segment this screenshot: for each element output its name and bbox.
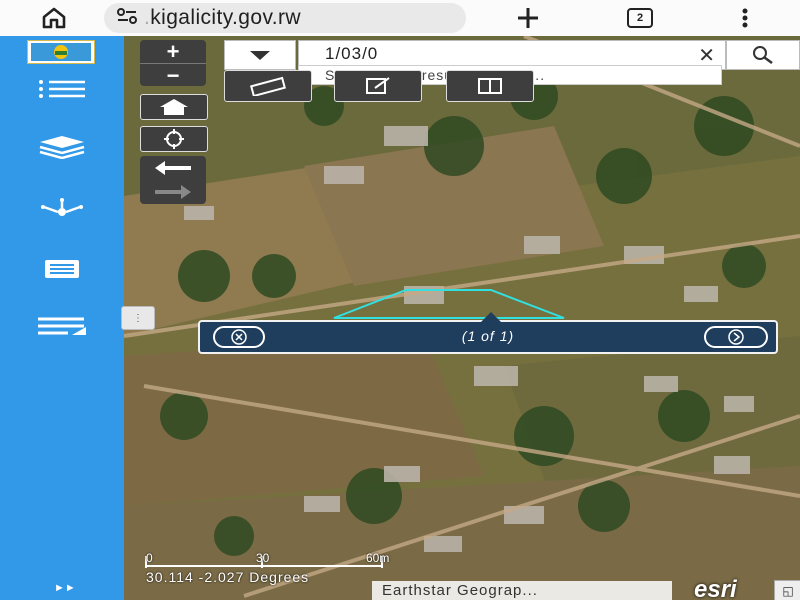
search-icon — [753, 46, 773, 65]
home-extent-button[interactable] — [140, 94, 208, 120]
layers-icon[interactable] — [36, 132, 88, 162]
previous-extent-icon[interactable] — [140, 156, 206, 180]
url-text: .kigalicity.gov.rw — [144, 6, 301, 29]
ruler-icon — [250, 76, 286, 96]
satellite-imagery — [124, 36, 800, 600]
sidebar: ►► — [0, 36, 124, 600]
new-tab-icon[interactable] — [508, 3, 548, 33]
tabs-icon[interactable]: 2 — [618, 3, 662, 33]
scale-label-start: 0 — [146, 551, 153, 565]
edit-icon — [366, 77, 390, 94]
next-feature-button[interactable] — [704, 326, 768, 348]
browser-toolbar: .kigalicity.gov.rw 2 — [0, 0, 800, 36]
scale-label-mid: 30 — [256, 551, 270, 565]
print-icon — [478, 78, 502, 94]
document-icon[interactable] — [36, 254, 88, 284]
next-extent-icon[interactable] — [140, 180, 206, 204]
extent-navigation — [140, 156, 206, 204]
draw-tool-button[interactable] — [334, 70, 422, 102]
city-logo — [27, 40, 95, 64]
scale-bar: 0 30 60m — [144, 551, 389, 570]
esri-logo: esri — [694, 576, 737, 600]
zoom-control: + − — [140, 40, 206, 86]
popup-feature-count: (1 of 1) — [461, 328, 515, 344]
list-icon[interactable] — [36, 74, 88, 104]
chevron-right-icon — [728, 329, 744, 345]
locate-button[interactable] — [140, 126, 208, 152]
zoom-in-button[interactable]: + — [140, 40, 206, 64]
map-view[interactable]: + − 1/03/0 ✕ Show search results for 1/0… — [124, 36, 800, 600]
scale-label-end: 60m — [366, 551, 390, 565]
site-info-icon[interactable] — [116, 7, 138, 30]
legend-icon[interactable] — [36, 312, 88, 342]
expand-sidebar-icon[interactable]: ►► — [54, 582, 76, 594]
panel-splitter-handle[interactable]: ⋮ — [121, 306, 155, 330]
overview-map-icon[interactable]: ◱ — [774, 580, 800, 600]
home-icon[interactable] — [34, 3, 74, 33]
tab-count: 2 — [627, 8, 653, 28]
attribution[interactable]: Earthstar Geograp... — [372, 581, 672, 600]
measure-tool-button[interactable] — [224, 70, 312, 102]
zoom-out-button[interactable]: − — [140, 63, 206, 86]
coordinate-readout: 30.114 -2.027 Degrees — [146, 569, 310, 585]
popup-pointer — [481, 312, 501, 322]
search-widget: 1/03/0 ✕ — [224, 40, 800, 70]
more-menu-icon[interactable] — [730, 3, 760, 33]
feature-popup: (1 of 1) — [198, 312, 778, 354]
search-source-dropdown[interactable] — [224, 40, 296, 70]
print-tool-button[interactable] — [446, 70, 534, 102]
share-network-icon[interactable] — [36, 194, 88, 224]
address-bar[interactable]: .kigalicity.gov.rw — [104, 3, 466, 33]
search-button[interactable] — [726, 40, 800, 70]
